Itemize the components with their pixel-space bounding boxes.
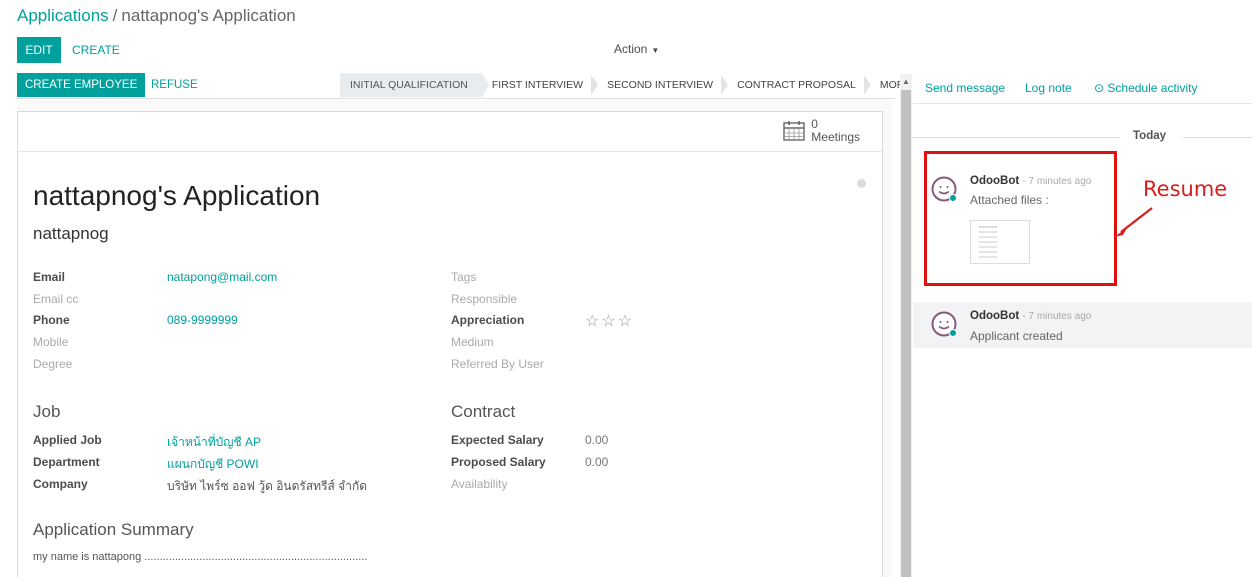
referred-by-label: Referred By User bbox=[451, 357, 544, 371]
phone-value[interactable]: 089-9999999 bbox=[167, 313, 238, 327]
action-dropdown-label: Action bbox=[614, 42, 648, 56]
message-author: OdooBot - 7 minutes ago bbox=[970, 310, 1091, 322]
scroll-up-arrow-icon[interactable]: ▲ bbox=[900, 76, 912, 88]
meetings-label: Meetings bbox=[811, 130, 860, 144]
scroll-thumb[interactable] bbox=[901, 90, 911, 577]
responsible-label: Responsible bbox=[451, 292, 518, 306]
stage-contract-proposal[interactable]: CONTRACT PROPOSAL bbox=[727, 73, 871, 97]
phone-label: Phone bbox=[33, 313, 70, 327]
company-value: บริษัท ไพร์ซ ออฟ วู้ด อินดรัสทรีส์ จำกัด bbox=[167, 479, 368, 493]
annotation-resume-label: Resume bbox=[1143, 177, 1228, 201]
chatter-panel: Send message Log note ⊙ Schedule activit… bbox=[913, 74, 1252, 577]
chatter-topbar: Send message Log note ⊙ Schedule activit… bbox=[913, 74, 1252, 104]
clock-icon: ⊙ bbox=[1094, 81, 1105, 95]
stage-initial-qualification[interactable]: INITIAL QUALIFICATION bbox=[340, 73, 489, 97]
date-separator-label: Today bbox=[1133, 130, 1167, 142]
partner-name: nattapnog bbox=[33, 224, 109, 243]
breadcrumb-current: nattapnog's Application bbox=[121, 6, 296, 25]
separator-line bbox=[1183, 137, 1252, 138]
message-time: - 7 minutes ago bbox=[1022, 311, 1092, 322]
calendar-icon bbox=[783, 121, 805, 141]
date-separator: Today bbox=[913, 129, 1252, 145]
tags-label: Tags bbox=[451, 270, 477, 284]
appreciation-stars[interactable]: ☆☆☆ bbox=[585, 311, 634, 331]
annotation-arrow-icon bbox=[1114, 207, 1153, 237]
kanban-state-indicator[interactable] bbox=[857, 179, 866, 188]
application-summary-text: my name is nattapong ...................… bbox=[33, 551, 368, 563]
degree-label: Degree bbox=[33, 357, 73, 371]
expected-salary-value: 0.00 bbox=[585, 433, 609, 447]
applied-job-value[interactable]: เจ้าหน้าที่บัญชี AP bbox=[167, 433, 261, 452]
breadcrumb-applications-link[interactable]: Applications bbox=[17, 6, 109, 25]
page-title: nattapnog's Application bbox=[33, 180, 321, 211]
appreciation-label: Appreciation bbox=[451, 313, 525, 327]
refuse-button[interactable]: REFUSE bbox=[151, 73, 198, 97]
proposed-salary-value: 0.00 bbox=[585, 455, 609, 469]
chatter-message: OdooBot - 7 minutes ago Applicant create… bbox=[913, 302, 1252, 348]
stage-first-interview[interactable]: FIRST INTERVIEW bbox=[482, 73, 599, 97]
email-value[interactable]: natapong@mail.com bbox=[167, 270, 277, 284]
company-label: Company bbox=[33, 477, 88, 491]
breadcrumb-separator: / bbox=[112, 6, 118, 25]
create-employee-button[interactable]: CREATE EMPLOYEE bbox=[17, 73, 146, 97]
form-sheet: 0 Meetings nattapnog's Application natta… bbox=[17, 111, 883, 577]
message-body: Applicant created bbox=[970, 329, 1063, 343]
stage-second-interview[interactable]: SECOND INTERVIEW bbox=[597, 73, 729, 97]
department-value[interactable]: แผนกบัญชี POWI bbox=[167, 455, 259, 474]
job-section-title: Job bbox=[33, 402, 61, 421]
create-button[interactable]: CREATE bbox=[72, 37, 120, 63]
schedule-activity-button[interactable]: ⊙ Schedule activity bbox=[1094, 81, 1197, 95]
email-cc-label: Email cc bbox=[33, 292, 79, 306]
application-summary-title: Application Summary bbox=[33, 520, 194, 539]
medium-label: Medium bbox=[451, 335, 494, 349]
caret-down-icon: ▼ bbox=[651, 46, 660, 55]
meetings-smart-button[interactable]: 0 Meetings bbox=[783, 118, 860, 144]
expected-salary-label: Expected Salary bbox=[451, 433, 544, 447]
annotation-highlight-box bbox=[924, 151, 1117, 286]
email-label: Email bbox=[33, 270, 66, 284]
action-dropdown[interactable]: Action ▼ bbox=[614, 42, 659, 56]
smart-button-box: 0 Meetings bbox=[18, 112, 882, 152]
department-label: Department bbox=[33, 455, 100, 469]
breadcrumb: Applications / nattapnog's Application bbox=[17, 6, 296, 26]
contract-section-title: Contract bbox=[451, 402, 516, 421]
form-scrollbar[interactable]: ▲ bbox=[900, 74, 912, 577]
status-bar: CREATE EMPLOYEE REFUSE INITIAL QUALIFICA… bbox=[17, 73, 921, 99]
odoobot-avatar-icon bbox=[931, 311, 957, 337]
form-view: 0 Meetings nattapnog's Application natta… bbox=[17, 101, 892, 577]
mobile-label: Mobile bbox=[33, 335, 69, 349]
schedule-activity-label: Schedule activity bbox=[1107, 81, 1198, 95]
stage-pipeline: INITIAL QUALIFICATION FIRST INTERVIEW SE… bbox=[340, 73, 929, 97]
log-note-button[interactable]: Log note bbox=[1025, 81, 1072, 95]
separator-line bbox=[913, 137, 1119, 138]
send-message-button[interactable]: Send message bbox=[925, 81, 1005, 95]
meetings-text: 0 Meetings bbox=[811, 118, 860, 144]
availability-label: Availability bbox=[451, 477, 508, 491]
message-author-name[interactable]: OdooBot bbox=[970, 310, 1019, 322]
edit-button[interactable]: EDIT bbox=[17, 37, 61, 63]
proposed-salary-label: Proposed Salary bbox=[451, 455, 546, 469]
applied-job-label: Applied Job bbox=[33, 433, 102, 447]
